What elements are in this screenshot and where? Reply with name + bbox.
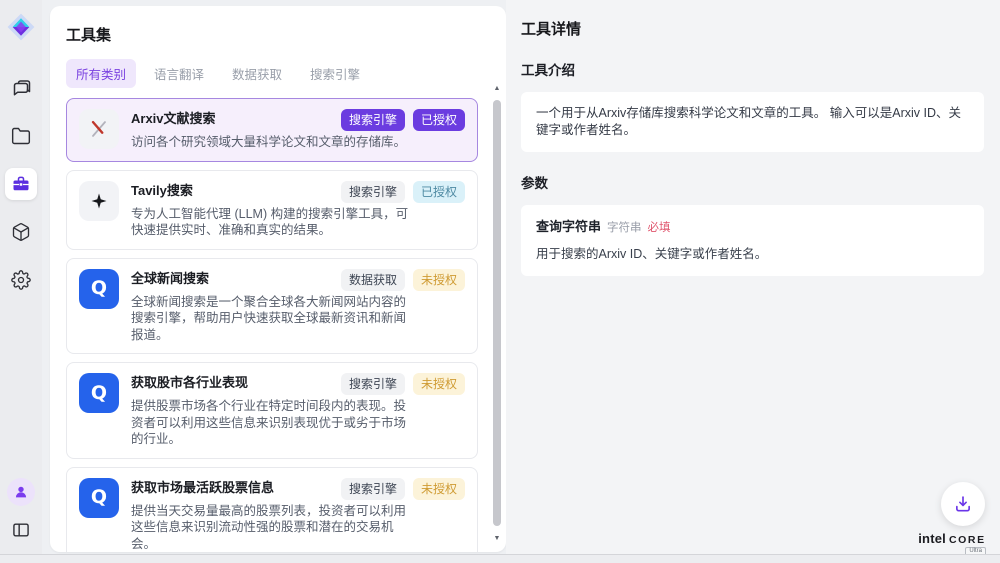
param-type: 字符串 (607, 220, 642, 237)
category-tab-1[interactable]: 语言翻译 (144, 59, 214, 88)
sidebar-item-packages[interactable] (5, 216, 37, 248)
category-tab-0[interactable]: 所有类别 (66, 59, 136, 88)
tool-icon (79, 181, 119, 221)
sidebar-item-toolbox[interactable] (5, 168, 37, 200)
category-tab-2[interactable]: 数据获取 (222, 59, 292, 88)
tool-card[interactable]: Q 获取市场最活跃股票信息 搜索引擎 未授权 提供当天交易量最高的股票列表，投资… (66, 467, 478, 553)
tool-description: 提供股票市场各个行业在特定时间段内的表现。投资者可以利用这些信息来识别表现优于或… (131, 398, 417, 448)
param-name: 查询字符串 (536, 218, 601, 235)
auth-badge: 已授权 (413, 109, 465, 131)
news-search-q-icon: Q (91, 279, 107, 298)
tool-title: Tavily搜索 (131, 181, 193, 199)
toolbox-icon (11, 174, 31, 194)
user-icon (13, 484, 29, 500)
sparkle-star-icon (89, 191, 109, 211)
tool-details-panel: 工具详情 工具介绍 一个用于从Arxiv存储库搜索科学论文和文章的工具。 输入可… (506, 0, 1000, 554)
tool-title: Arxiv文献搜索 (131, 109, 216, 127)
list-scrollbar[interactable]: ▲ ▼ (492, 84, 502, 544)
tool-card-main: 全球新闻搜索 数据获取 未授权 全球新闻搜索是一个聚合全球各大新闻网站内容的搜索… (131, 269, 465, 344)
scroll-up-icon[interactable]: ▲ (492, 84, 502, 94)
param-head: 查询字符串 字符串 必填 (536, 218, 969, 237)
news-search-q-icon: Q (91, 384, 107, 403)
tool-description: 访问各个研究领域大量科学论文和文章的存储库。 (131, 134, 417, 151)
tool-card[interactable]: Tavily搜索 搜索引擎 已授权 专为人工智能代理 (LLM) 构建的搜索引擎… (66, 170, 478, 250)
tool-icon: Q (79, 269, 119, 309)
tool-badges: 数据获取 未授权 (341, 269, 465, 291)
gear-icon (11, 270, 31, 290)
tool-badges: 搜索引擎 已授权 (341, 109, 465, 131)
tool-card[interactable]: Q 全球新闻搜索 数据获取 未授权 全球新闻搜索是一个聚合全球各大新闻网站内容的… (66, 258, 478, 355)
tool-list: Arxiv文献搜索 搜索引擎 已授权 访问各个研究领域大量科学论文和文章的存储库… (66, 98, 478, 552)
layout-panel-icon (11, 520, 31, 540)
folder-icon (11, 126, 31, 146)
page-title: 工具集 (66, 24, 490, 45)
intro-heading: 工具介绍 (521, 59, 984, 79)
tool-card-main: Arxiv文献搜索 搜索引擎 已授权 访问各个研究领域大量科学论文和文章的存储库… (131, 109, 465, 151)
tools-panel: 工具集 所有类别语言翻译数据获取搜索引擎 Arxiv文献搜索 搜索引擎 已授权 … (50, 6, 506, 552)
param-description: 用于搜索的Arxiv ID、关键字或作者姓名。 (536, 246, 969, 263)
category-badge: 搜索引擎 (341, 109, 405, 131)
core-wordmark: CORE (949, 534, 986, 546)
scrollbar-thumb[interactable] (493, 100, 501, 526)
sidebar-nav (5, 72, 37, 296)
details-title: 工具详情 (521, 18, 984, 39)
tool-icon: Q (79, 478, 119, 518)
download-icon (952, 493, 974, 515)
auth-badge: 已授权 (413, 181, 465, 203)
tool-description: 专为人工智能代理 (LLM) 构建的搜索引擎工具，可快速提供实时、准确和真实的结… (131, 206, 417, 239)
sidebar-item-settings[interactable] (5, 264, 37, 296)
auth-badge: 未授权 (413, 269, 465, 291)
category-badge: 搜索引擎 (341, 181, 405, 203)
sidebar-item-files[interactable] (5, 120, 37, 152)
arxiv-x-icon (88, 118, 110, 140)
download-button[interactable] (941, 482, 985, 526)
tool-card-main: 获取股市各行业表现 搜索引擎 未授权 提供股票市场各个行业在特定时间段内的表现。… (131, 373, 465, 448)
category-tab-3[interactable]: 搜索引擎 (300, 59, 370, 88)
category-badge: 搜索引擎 (341, 478, 405, 500)
tool-badges: 搜索引擎 已授权 (341, 181, 465, 203)
tool-description: 全球新闻搜索是一个聚合全球各大新闻网站内容的搜索引擎，帮助用户快速获取全球最新资… (131, 294, 417, 344)
tool-card-main: 获取市场最活跃股票信息 搜索引擎 未授权 提供当天交易量最高的股票列表，投资者可… (131, 478, 465, 553)
sidebar-item-chat[interactable] (5, 72, 37, 104)
tool-card-main: Tavily搜索 搜索引擎 已授权 专为人工智能代理 (LLM) 构建的搜索引擎… (131, 181, 465, 239)
tool-description: 提供当天交易量最高的股票列表，投资者可以利用这些信息来识别流动性强的股票和潜在的… (131, 503, 417, 553)
category-badge: 搜索引擎 (341, 373, 405, 395)
intel-wordmark: intel (918, 531, 946, 546)
app-logo-gem-icon (6, 12, 36, 42)
intro-box: 一个用于从Arxiv存储库搜索科学论文和文章的工具。 输入可以是Arxiv ID… (521, 92, 984, 152)
tool-title: 获取市场最活跃股票信息 (131, 478, 274, 496)
tool-icon (79, 109, 119, 149)
news-search-q-icon: Q (91, 488, 107, 507)
tool-title: 获取股市各行业表现 (131, 373, 248, 391)
category-tabs: 所有类别语言翻译数据获取搜索引擎 (66, 59, 490, 88)
cube-icon (11, 222, 31, 242)
param-required-badge: 必填 (648, 220, 671, 237)
tool-card[interactable]: Arxiv文献搜索 搜索引擎 已授权 访问各个研究领域大量科学论文和文章的存储库… (66, 98, 478, 162)
auth-badge: 未授权 (413, 373, 465, 395)
scroll-down-icon[interactable]: ▼ (492, 534, 502, 544)
sidebar (0, 0, 42, 554)
intel-core-logo: intel CORE Ultra (914, 531, 990, 556)
sidebar-bottom (7, 478, 35, 544)
param-box: 查询字符串 字符串 必填 用于搜索的Arxiv ID、关键字或作者姓名。 (521, 205, 984, 276)
category-badge: 数据获取 (341, 269, 405, 291)
auth-badge: 未授权 (413, 478, 465, 500)
params-heading: 参数 (521, 172, 984, 192)
chat-icon (11, 78, 31, 98)
tool-badges: 搜索引擎 未授权 (341, 373, 465, 395)
tool-card[interactable]: Q 获取股市各行业表现 搜索引擎 未授权 提供股票市场各个行业在特定时间段内的表… (66, 362, 478, 459)
sidebar-item-panel-toggle[interactable] (7, 516, 35, 544)
bottom-strip (0, 554, 1000, 563)
tool-icon: Q (79, 373, 119, 413)
user-avatar[interactable] (7, 478, 35, 506)
tool-badges: 搜索引擎 未授权 (341, 478, 465, 500)
tool-title: 全球新闻搜索 (131, 269, 209, 287)
